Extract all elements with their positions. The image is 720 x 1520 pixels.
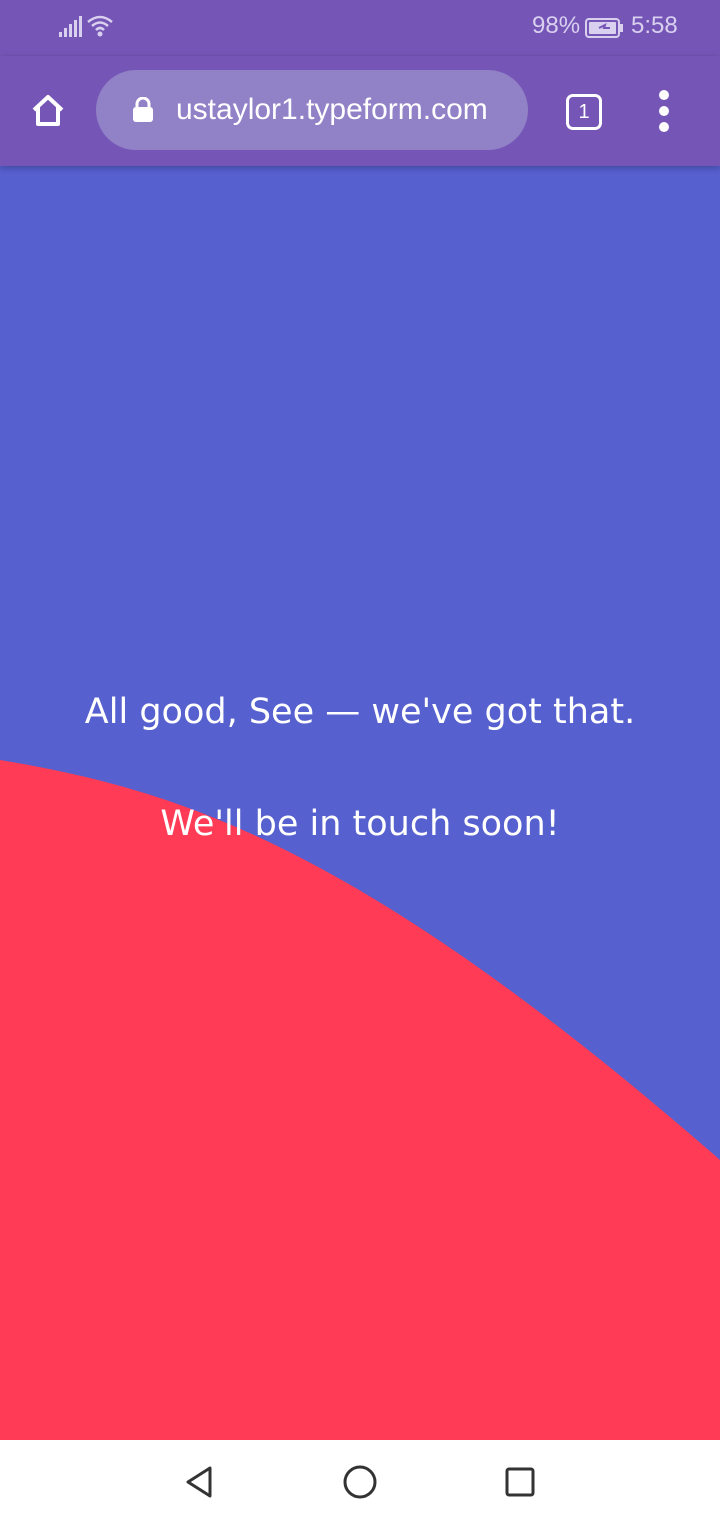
- tabs-icon: 1: [566, 94, 602, 130]
- phone-screen: 98% 5:58 ustaylor1.typeform.com 1 All go…: [0, 0, 720, 1520]
- url-bar[interactable]: ustaylor1.typeform.com: [96, 70, 528, 150]
- home-icon: [32, 95, 64, 126]
- back-button[interactable]: [176, 1458, 224, 1506]
- system-nav-bar: [0, 1440, 720, 1520]
- home-circle-icon: [343, 1465, 377, 1499]
- browser-toolbar: ustaylor1.typeform.com 1: [0, 56, 720, 166]
- more-vert-icon: [659, 122, 669, 132]
- more-vert-icon: [659, 106, 669, 116]
- status-bar: 98% 5:58: [0, 0, 720, 56]
- battery-icon: [585, 18, 623, 38]
- more-menu-button[interactable]: [646, 86, 682, 136]
- back-icon: [186, 1466, 212, 1498]
- page-content: All good, See — we've got that. We'll be…: [0, 166, 720, 1440]
- battery-percentage: 98%: [532, 12, 581, 39]
- clock: 5:58: [631, 12, 678, 39]
- recents-icon: [505, 1467, 535, 1497]
- url-text[interactable]: ustaylor1.typeform.com: [176, 93, 516, 127]
- more-vert-icon: [659, 90, 669, 100]
- confirmation-message: All good, See — we've got that.: [84, 692, 636, 732]
- wifi-icon: [87, 15, 113, 37]
- follow-up-message: We'll be in touch soon!: [160, 804, 560, 844]
- recents-button[interactable]: [496, 1458, 544, 1506]
- nav-home-button[interactable]: [336, 1458, 384, 1506]
- tabs-button[interactable]: 1: [564, 92, 602, 130]
- background-wave: [0, 760, 720, 1440]
- signal-icon: [59, 16, 82, 37]
- lock-icon: [133, 97, 153, 122]
- home-button[interactable]: [24, 86, 72, 134]
